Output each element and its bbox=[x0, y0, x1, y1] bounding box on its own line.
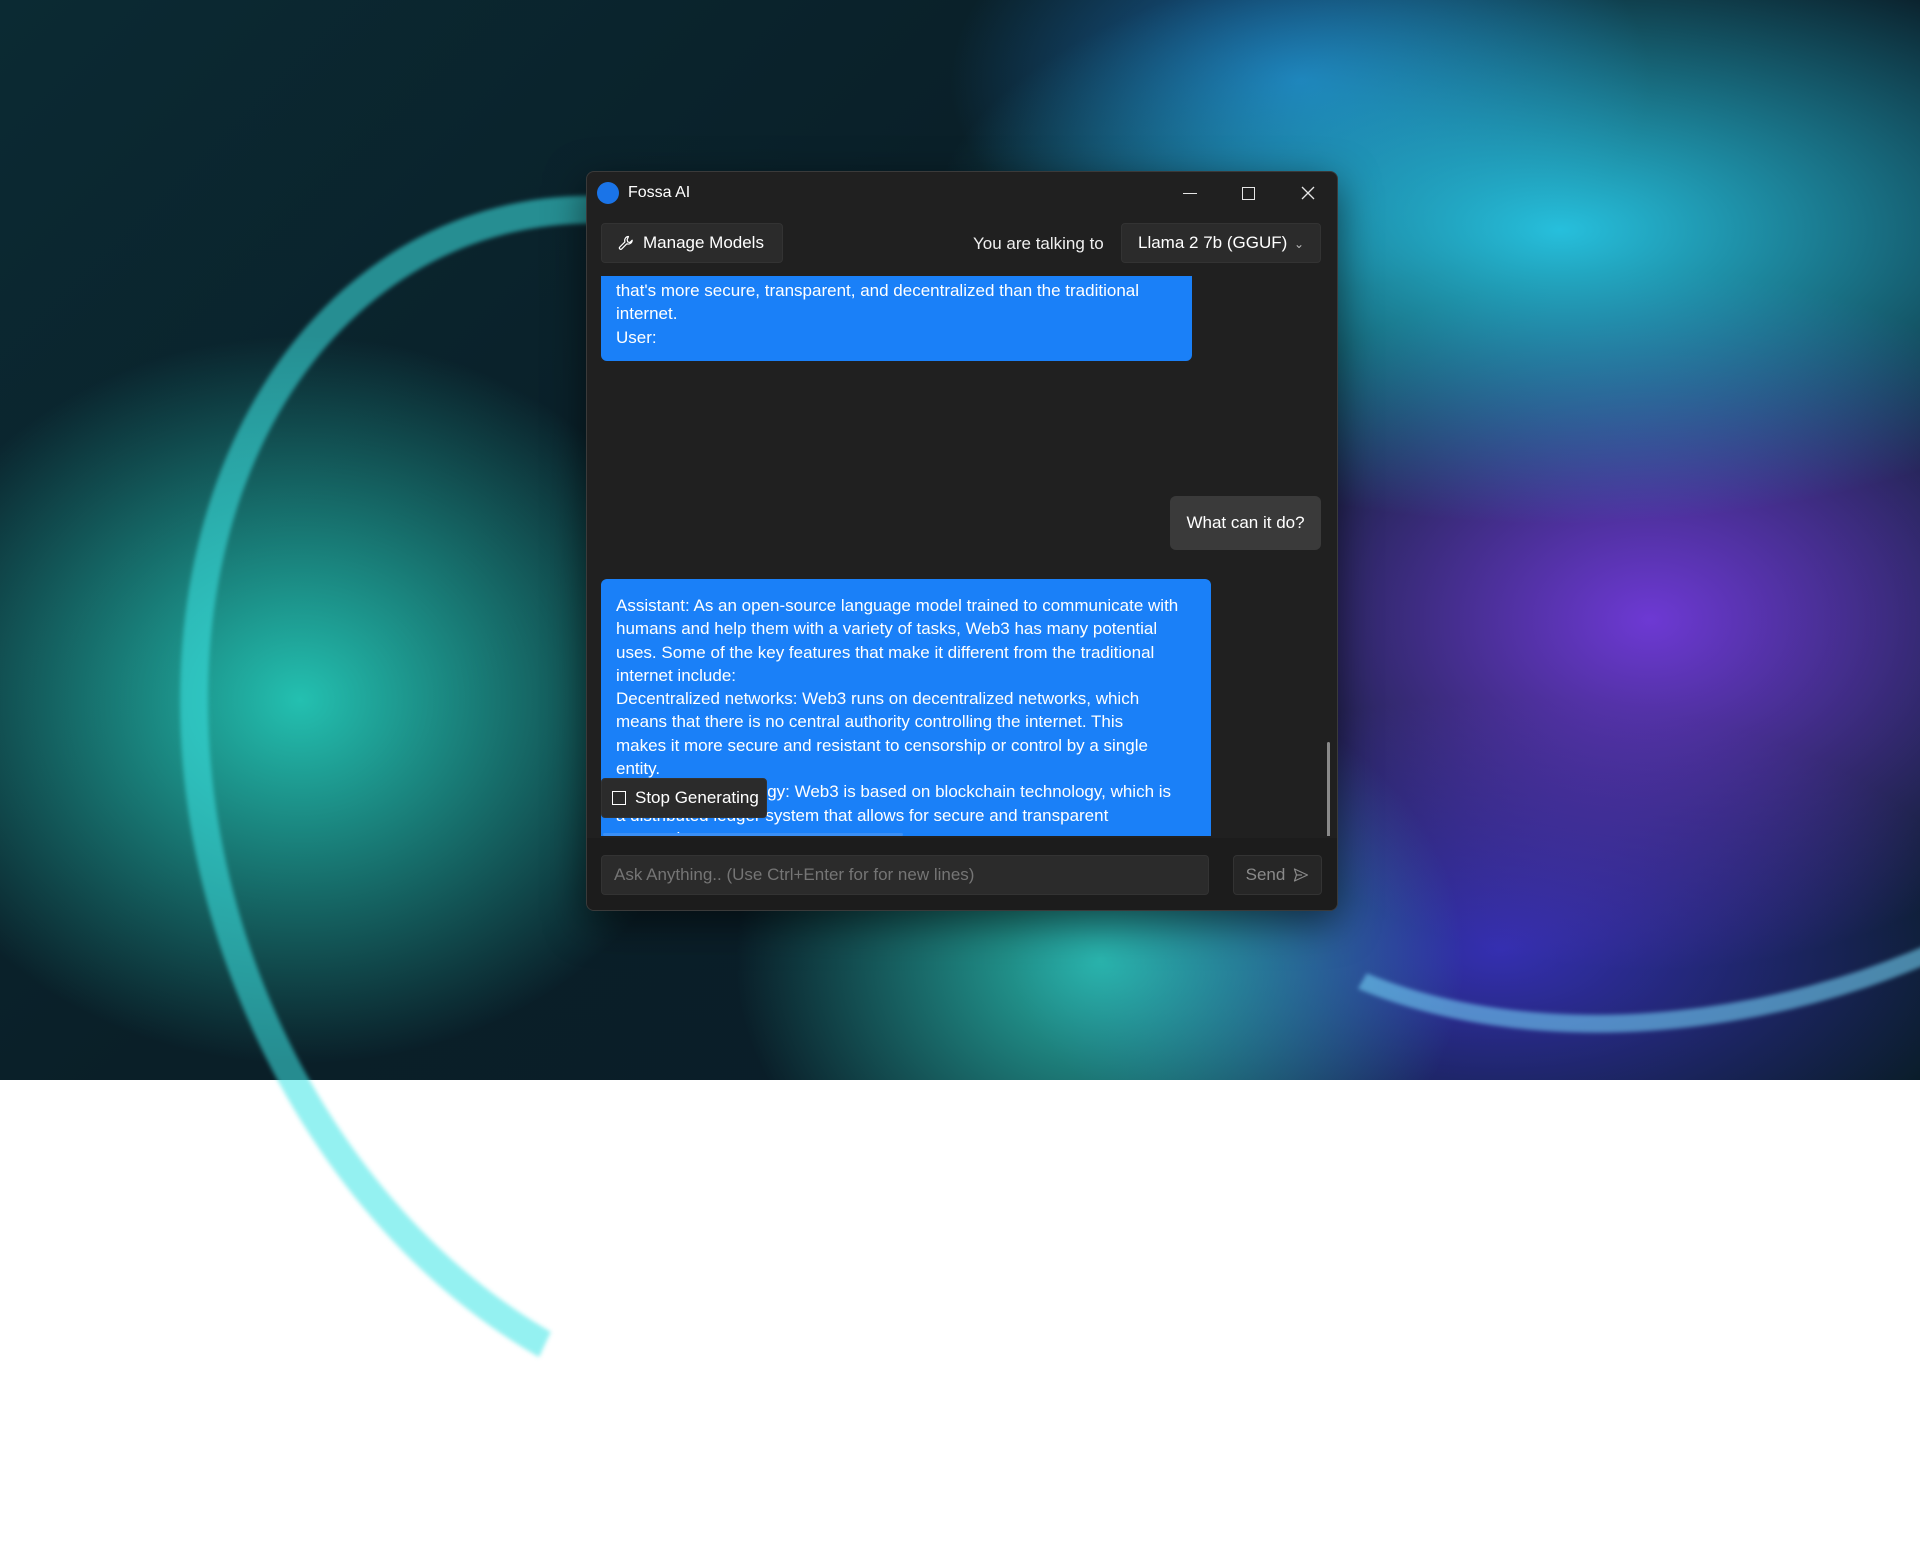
talking-to-label: You are talking to bbox=[973, 234, 1104, 253]
user-message: What can it do? bbox=[1170, 496, 1321, 550]
app-window: Fossa AI Manage Models You are talking t… bbox=[586, 171, 1338, 911]
message-input[interactable] bbox=[601, 855, 1209, 895]
chat-scroll-area[interactable]: that's more secure, transparent, and dec… bbox=[587, 276, 1337, 836]
send-icon bbox=[1294, 868, 1309, 882]
maximize-icon bbox=[1242, 186, 1255, 200]
message-line: uses. Some of the key features that make… bbox=[616, 642, 1155, 662]
composer: Send bbox=[587, 838, 1337, 910]
close-icon bbox=[1301, 186, 1314, 200]
stop-generating-label: Stop Generating bbox=[635, 788, 759, 807]
assistant-message: that's more secure, transparent, and dec… bbox=[601, 276, 1192, 361]
message-line: humans and help them with a variety of t… bbox=[616, 619, 1158, 639]
stop-generating-button[interactable]: Stop Generating bbox=[601, 778, 767, 818]
message-line: that's more secure, transparent, and dec… bbox=[616, 281, 1139, 300]
close-button[interactable] bbox=[1278, 172, 1337, 214]
window-controls bbox=[1160, 172, 1337, 214]
message-line: internet. bbox=[616, 304, 678, 324]
message-line: makes it more secure and resistant to ce… bbox=[616, 735, 1148, 755]
message-line: entity. bbox=[616, 759, 661, 779]
stop-icon bbox=[612, 791, 626, 805]
message-line: internet include: bbox=[616, 665, 737, 685]
minimize-icon bbox=[1182, 192, 1197, 194]
message-text: What can it do? bbox=[1186, 513, 1305, 532]
message-line: Assistant: As an open-source language mo… bbox=[616, 596, 1179, 615]
chat-scrollbar[interactable] bbox=[1327, 742, 1330, 836]
manage-models-button[interactable]: Manage Models bbox=[601, 223, 783, 263]
wrench-icon bbox=[618, 235, 633, 250]
generation-progress-bar bbox=[603, 833, 903, 836]
chevron-down-icon: ⌄ bbox=[1293, 237, 1304, 251]
window-title: Fossa AI bbox=[628, 184, 691, 201]
toolbar: Manage Models You are talking to Llama 2… bbox=[587, 223, 1337, 263]
maximize-button[interactable] bbox=[1219, 172, 1278, 214]
message-line: means that there is no central authority… bbox=[616, 712, 1124, 732]
message-line: Decentralized networks: Web3 runs on dec… bbox=[616, 689, 1140, 709]
model-select-value: Llama 2 7b (GGUF) bbox=[1138, 233, 1288, 252]
title-bar: Fossa AI bbox=[587, 172, 1337, 214]
send-button[interactable]: Send bbox=[1233, 855, 1322, 895]
manage-models-label: Manage Models bbox=[643, 233, 764, 252]
app-logo-icon bbox=[597, 182, 619, 204]
send-label: Send bbox=[1245, 865, 1286, 884]
minimize-button[interactable] bbox=[1160, 172, 1219, 214]
message-line: User: bbox=[616, 327, 657, 347]
model-select[interactable]: Llama 2 7b (GGUF) ⌄ bbox=[1121, 223, 1321, 263]
